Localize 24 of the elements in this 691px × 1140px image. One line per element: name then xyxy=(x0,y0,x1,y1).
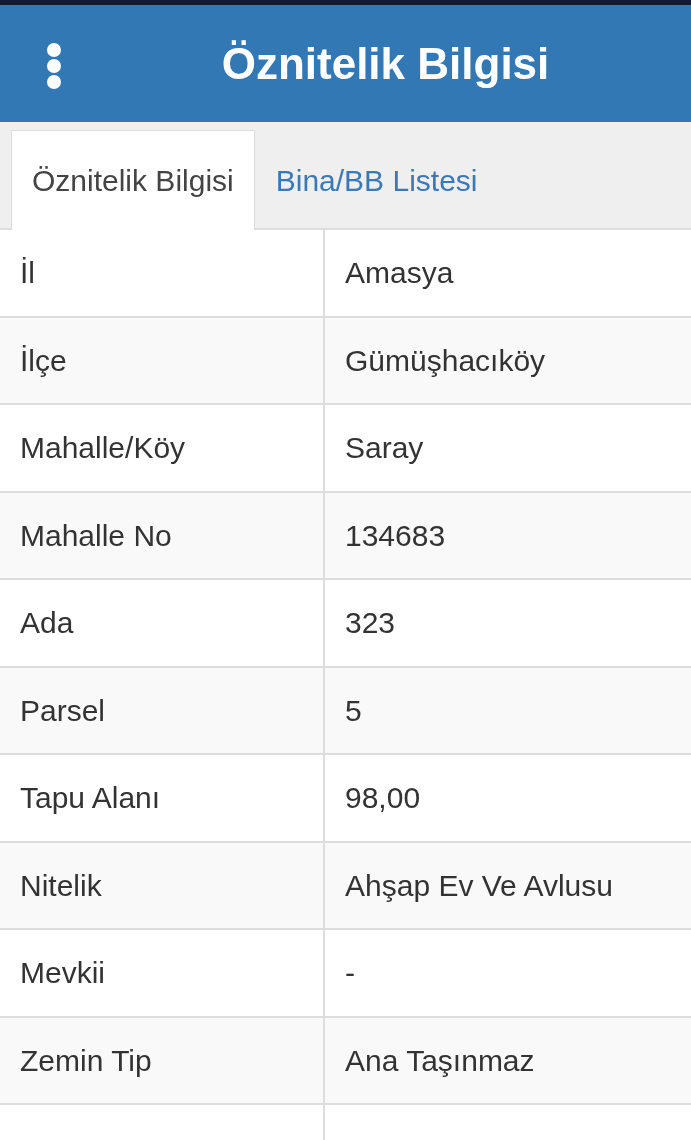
field-value: 323 xyxy=(344,605,396,642)
tab[interactable]: Öznitelik Bilgisi xyxy=(11,130,255,230)
field-value: 98,00 xyxy=(344,780,421,817)
field-value: Saray xyxy=(344,430,424,467)
field-value: - xyxy=(344,955,355,992)
field-value: Amasya xyxy=(344,255,454,292)
field-label: İl xyxy=(0,230,325,316)
tab[interactable]: Bina/BB Listesi xyxy=(254,130,499,230)
page-title: Öznitelik Bilgisi xyxy=(221,37,550,90)
field-value: 134683 xyxy=(344,517,446,554)
field-label: Zemin Tip xyxy=(0,1017,325,1103)
field-value: Gümüşhacıköy xyxy=(344,342,546,379)
field-label: Mahalle No xyxy=(0,492,325,578)
field-label: Tapu Alanı xyxy=(0,755,325,841)
field-value: Ahşap Ev Ve Avlusu xyxy=(344,867,613,904)
field-label: Nitelik xyxy=(0,842,325,928)
field-value: 5 xyxy=(344,692,362,729)
field-value: Ana Taşınmaz xyxy=(344,1042,535,1079)
field-label: Mevkii xyxy=(0,930,325,1016)
field-label: Parsel xyxy=(0,667,325,753)
field-label: Ada xyxy=(0,580,325,666)
menu-icon[interactable] xyxy=(46,43,62,89)
field-label: Mahalle/Köy xyxy=(0,405,325,491)
field-label: İlçe xyxy=(0,317,325,403)
